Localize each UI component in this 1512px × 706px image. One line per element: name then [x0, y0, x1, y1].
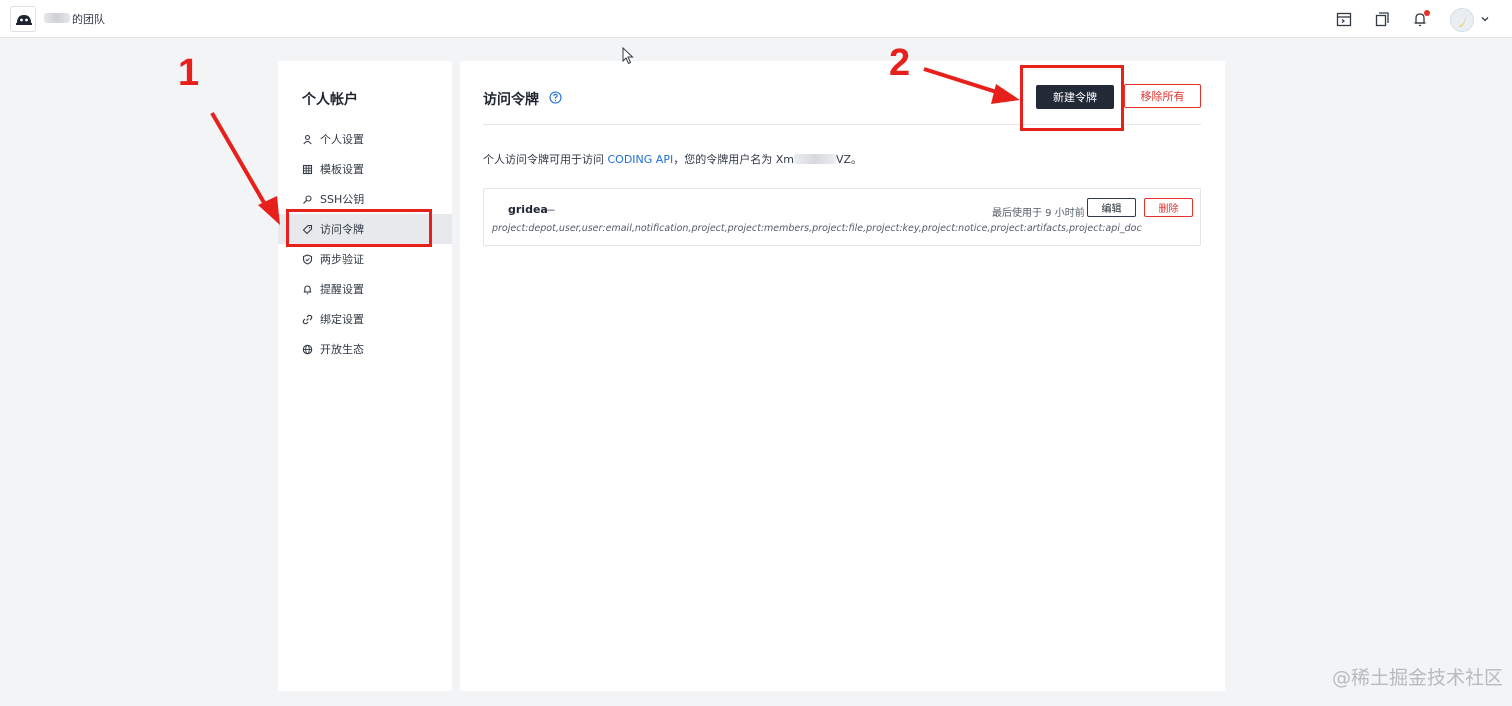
- sidebar-item-label: 绑定设置: [320, 313, 364, 326]
- token-scopes: project:depot,user,user:email,notificati…: [492, 223, 1142, 234]
- token-description: 个人访问令牌可用于访问 CODING API，您的令牌用户名为 Xm VZ。: [483, 151, 862, 167]
- sidebar-item-label: 两步验证: [320, 253, 364, 266]
- key-icon: [303, 194, 312, 204]
- description-text: 个人访问令牌可用于访问: [483, 153, 608, 166]
- annotation-box-access-tokens: [286, 209, 432, 247]
- watermark: @稀土掘金技术社区: [1332, 667, 1504, 689]
- description-username-suffix: VZ。: [835, 153, 863, 166]
- globe-icon: [302, 344, 313, 354]
- description-username-prefix: ，您的令牌用户名为 Xm: [673, 153, 794, 166]
- avatar[interactable]: [1450, 8, 1474, 32]
- sidebar-item-label: 模板设置: [320, 163, 364, 176]
- account-sidebar: 个人帐户 个人设置 模板设置 SSH公钥 访问令牌 两步验证 提醒设置 绑定设置…: [278, 61, 452, 691]
- username-redacted: [793, 154, 836, 164]
- sidebar-item-label: SSH公钥: [320, 193, 365, 206]
- edit-token-button[interactable]: 编辑: [1087, 198, 1136, 217]
- team-name-redacted: [44, 13, 70, 23]
- sidebar-item-label: 个人设置: [320, 133, 364, 146]
- coding-api-link[interactable]: CODING API: [608, 153, 674, 166]
- copy-icon[interactable]: [1373, 10, 1391, 28]
- user-icon: [303, 134, 312, 144]
- team-name[interactable]: 的团队: [72, 11, 105, 27]
- delete-token-button[interactable]: 删除: [1144, 198, 1193, 217]
- token-name: gridea: [508, 203, 548, 216]
- help-icon[interactable]: [549, 91, 562, 104]
- sidebar-item-reminder-settings[interactable]: 提醒设置: [278, 274, 452, 304]
- sidebar-item-label: 提醒设置: [320, 283, 364, 296]
- token-last-used: 最后使用于 9 小时前: [992, 208, 1085, 219]
- calendar-icon[interactable]: [1335, 10, 1353, 28]
- grid-icon: [302, 164, 313, 174]
- token-card: gridea — 最后使用于 9 小时前 编辑 删除 project:depot…: [483, 188, 1201, 246]
- page-title: 访问令牌: [483, 92, 539, 108]
- bell-icon: [303, 284, 312, 294]
- chevron-down-icon[interactable]: [1480, 14, 1490, 24]
- annotation-arrow-2: [923, 67, 1020, 104]
- notification-dot: [1424, 10, 1430, 16]
- annotation-step-1: 1: [178, 52, 200, 94]
- sidebar-item-template-settings[interactable]: 模板设置: [278, 154, 452, 184]
- annotation-step-2: 2: [889, 42, 911, 84]
- link-icon: [302, 314, 313, 324]
- coding-logo-icon[interactable]: [10, 6, 36, 32]
- annotation-box-new-token: [1020, 65, 1124, 131]
- sidebar-item-open-ecosystem[interactable]: 开放生态: [278, 334, 452, 364]
- sidebar-item-personal-settings[interactable]: 个人设置: [278, 124, 452, 154]
- sidebar-item-binding-settings[interactable]: 绑定设置: [278, 304, 452, 334]
- annotation-arrow-1: [210, 111, 280, 225]
- sidebar-title: 个人帐户: [302, 92, 358, 108]
- access-tokens-panel: 访问令牌 新建令牌 移除所有 个人访问令牌可用于访问 CODING API，您的…: [460, 61, 1225, 691]
- top-bar: 的团队: [0, 0, 1512, 38]
- sidebar-item-two-factor[interactable]: 两步验证: [278, 244, 452, 274]
- shield-icon: [302, 253, 313, 265]
- token-description-dash: —: [544, 203, 555, 216]
- sidebar-item-label: 开放生态: [320, 343, 364, 356]
- remove-all-button[interactable]: 移除所有: [1124, 84, 1201, 108]
- mouse-cursor-icon: [622, 47, 634, 65]
